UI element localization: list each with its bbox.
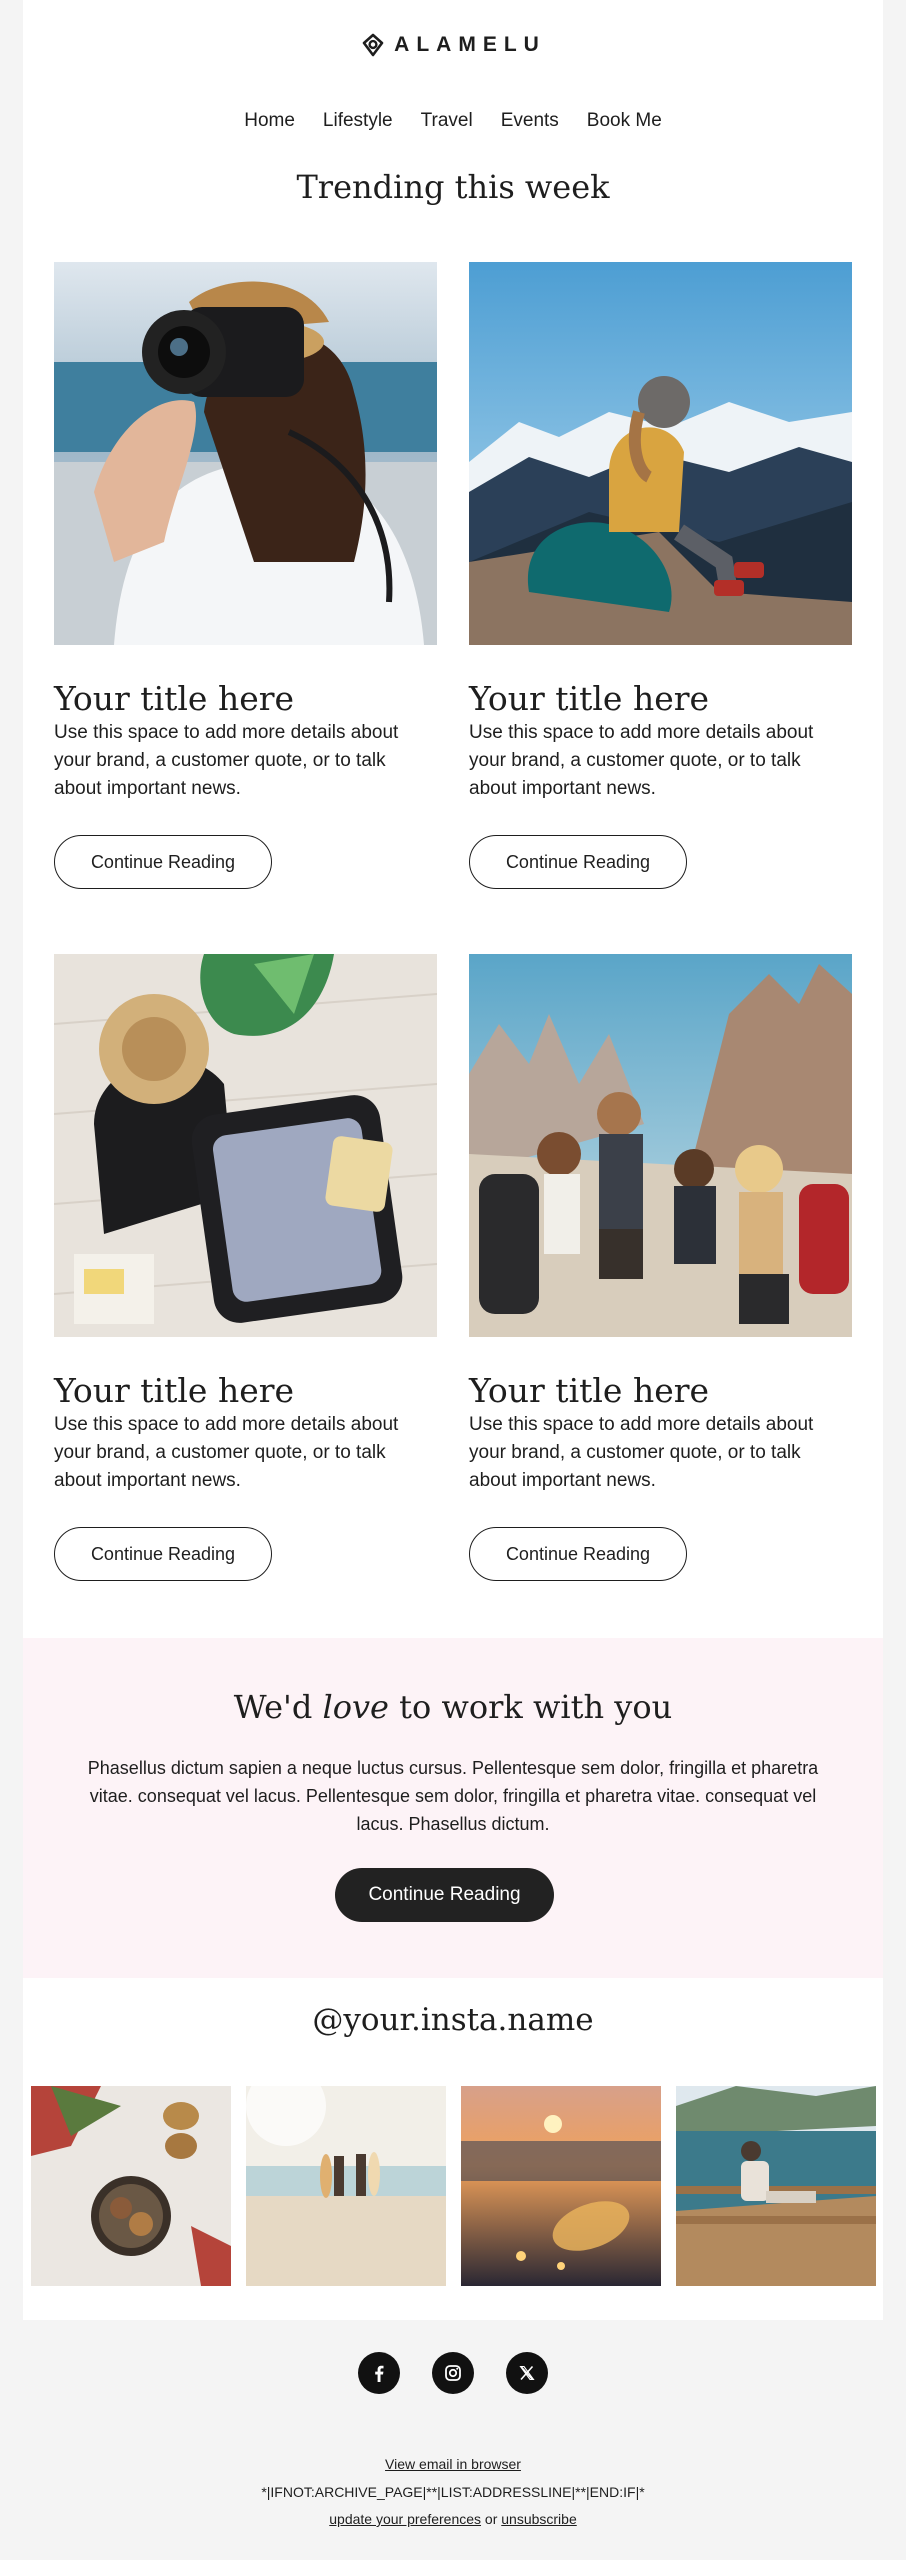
article-body: Use this space to add more details about… <box>469 722 814 799</box>
facebook-icon[interactable] <box>358 2352 400 2394</box>
unsubscribe-link[interactable]: unsubscribe <box>501 2511 577 2527</box>
section-headline: Trending this week <box>296 168 610 206</box>
logo-mark-icon <box>362 33 384 57</box>
continue-reading-button[interactable]: Continue Reading <box>54 1527 272 1581</box>
instagram-icon[interactable] <box>432 2352 474 2394</box>
nav-events[interactable]: Events <box>501 110 559 136</box>
cta-section: We'd love to work with you Phasellus dic… <box>23 1638 883 1978</box>
brand-name: ALAMELU <box>394 33 546 56</box>
update-preferences-link[interactable]: update your preferences <box>329 2511 481 2527</box>
cta-title-end: to work with you <box>388 1688 673 1726</box>
brand-logo[interactable]: ALAMELU <box>23 30 883 60</box>
nav-book-me[interactable]: Book Me <box>587 110 662 136</box>
address-merge-tag: *|IFNOT:ARCHIVE_PAGE|**|LIST:ADDRESSLINE… <box>261 2484 645 2500</box>
view-in-browser-row: View email in browser <box>0 2456 906 2472</box>
insta-photo-beach[interactable] <box>246 2086 446 2286</box>
cta-body: Phasellus dictum sapien a neque luctus c… <box>87 1758 819 1834</box>
article-title: Your title here <box>54 1371 295 1410</box>
main-nav: Home Lifestyle Travel Events Book Me <box>23 110 883 136</box>
article-body: Use this space to add more details about… <box>469 1414 814 1491</box>
insta-photo-sunset[interactable] <box>461 2086 661 2286</box>
footer-or-text: or <box>481 2511 502 2527</box>
x-icon[interactable] <box>506 2352 548 2394</box>
cta-continue-reading-button[interactable]: Continue Reading <box>335 1868 554 1922</box>
article-body: Use this space to add more details about… <box>54 1414 399 1491</box>
article-image-photographer[interactable] <box>54 262 437 645</box>
article-card: Your title here Use this space to add mo… <box>469 954 852 1581</box>
article-body: Use this space to add more details about… <box>54 722 399 799</box>
cta-title-start: We'd <box>233 1688 323 1726</box>
nav-lifestyle[interactable]: Lifestyle <box>323 110 393 136</box>
article-image-friends-hiking[interactable] <box>469 954 852 1337</box>
article-card: Your title here Use this space to add mo… <box>54 954 437 1581</box>
article-image-hiker[interactable] <box>469 262 852 645</box>
nav-travel[interactable]: Travel <box>421 110 473 136</box>
article-title: Your title here <box>54 679 295 718</box>
article-title: Your title here <box>469 679 710 718</box>
insta-photo-food[interactable] <box>31 2086 231 2286</box>
article-title: Your title here <box>469 1371 710 1410</box>
social-links <box>0 2352 906 2394</box>
article-card: Your title here Use this space to add mo… <box>54 262 437 889</box>
email-page: ALAMELU Home Lifestyle Travel Events Boo… <box>0 0 906 2560</box>
cta-title-emphasis: love <box>322 1688 389 1726</box>
continue-reading-button[interactable]: Continue Reading <box>54 835 272 889</box>
email-card: ALAMELU Home Lifestyle Travel Events Boo… <box>23 0 883 2320</box>
view-in-browser-link[interactable]: View email in browser <box>385 2456 521 2472</box>
insta-photo-dock[interactable] <box>676 2086 876 2286</box>
instagram-handle: @your.insta.name <box>312 2002 594 2038</box>
article-card: Your title here Use this space to add mo… <box>469 262 852 889</box>
nav-home[interactable]: Home <box>244 110 295 136</box>
instagram-grid <box>31 2086 876 2286</box>
continue-reading-button[interactable]: Continue Reading <box>469 1527 687 1581</box>
continue-reading-button[interactable]: Continue Reading <box>469 835 687 889</box>
preferences-row: update your preferences or unsubscribe <box>0 2511 906 2527</box>
cta-title: We'd love to work with you <box>23 1688 883 1726</box>
article-image-suitcase[interactable] <box>54 954 437 1337</box>
